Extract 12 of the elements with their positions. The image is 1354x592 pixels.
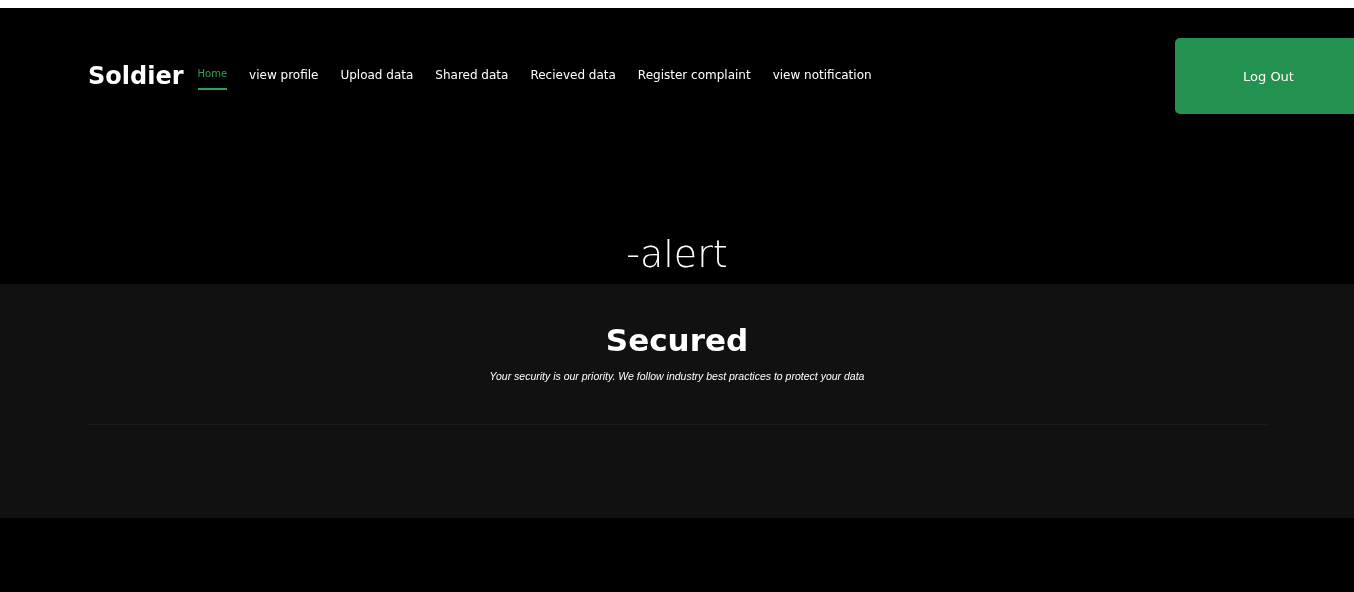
- section-text: Your security is our priority. We follow industry best practices to protect your data: [489, 370, 865, 382]
- nav-link[interactable]: Home: [197, 62, 228, 90]
- brand-logo[interactable]: Soldier: [88, 62, 184, 90]
- nav-link[interactable]: view profile: [249, 62, 319, 90]
- nav-link[interactable]: Recieved data: [530, 62, 616, 90]
- page-title: -alert: [626, 232, 728, 276]
- nav-link[interactable]: Shared data: [435, 62, 509, 90]
- logout-button[interactable]: Log Out: [1175, 38, 1354, 114]
- nav-link[interactable]: Register complaint: [637, 62, 751, 90]
- nav-link[interactable]: view notification: [772, 62, 872, 90]
- section-title: Secured: [605, 322, 749, 358]
- nav-link[interactable]: Upload data: [340, 62, 414, 90]
